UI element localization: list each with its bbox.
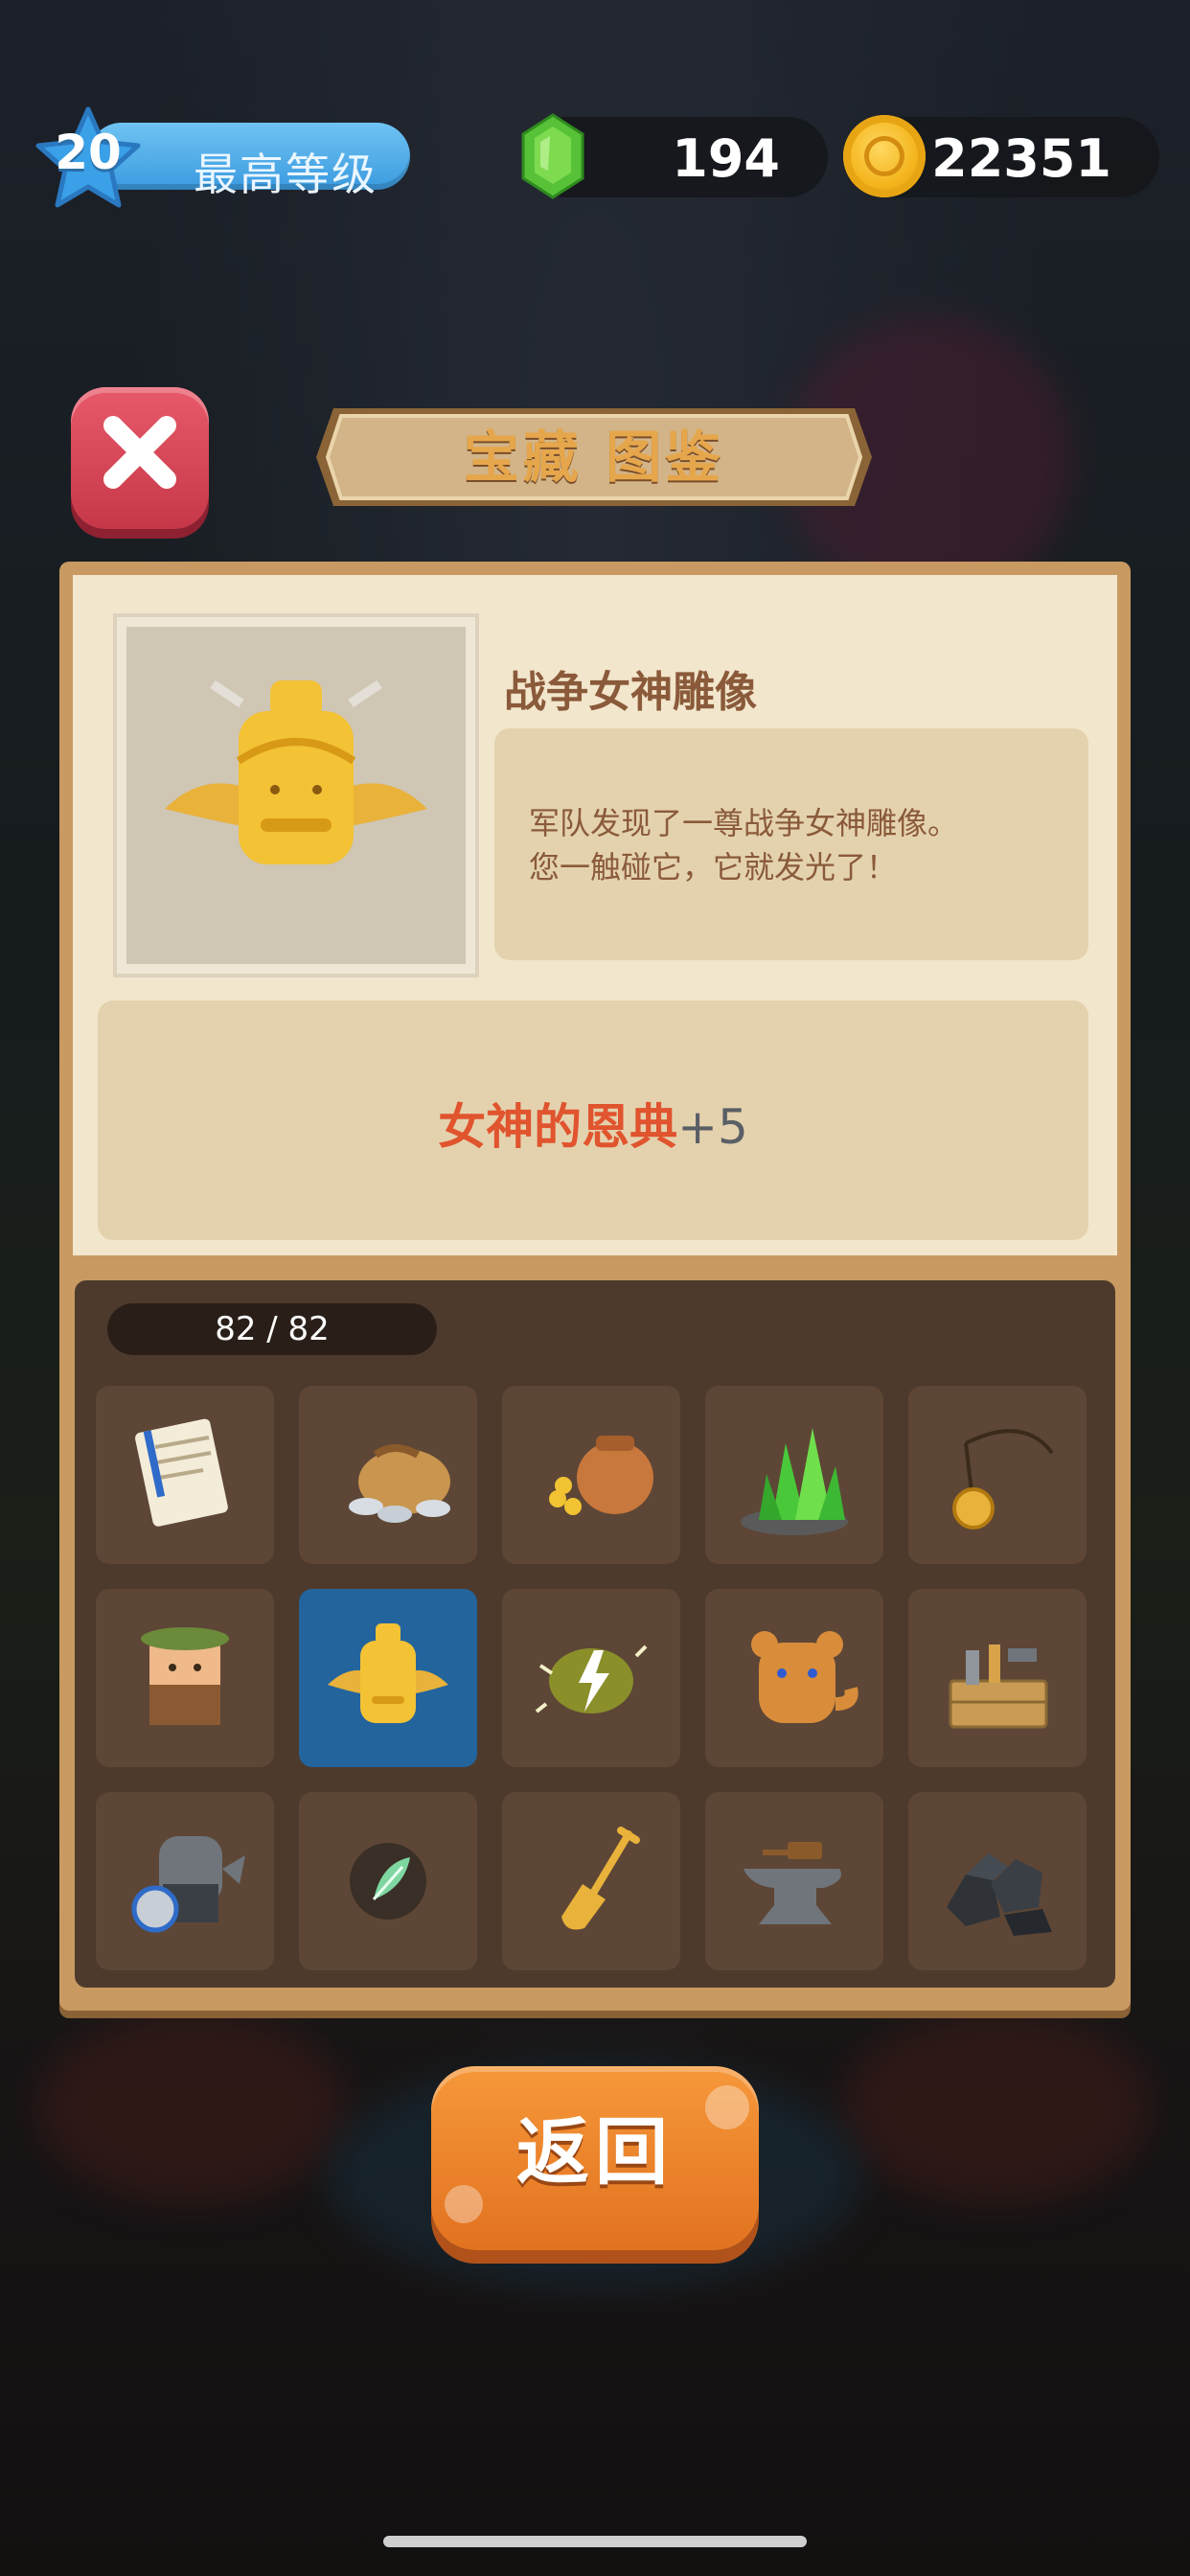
- gold-coin-icon: [843, 115, 926, 197]
- level-number: 20: [55, 125, 122, 180]
- collection-slot[interactable]: [705, 1792, 883, 1970]
- item-description-box: 军队发现了一尊战争女神雕像。 您一触碰它，它就发光了！: [494, 728, 1088, 960]
- collection-slot[interactable]: [299, 1386, 477, 1564]
- item-name: 战争女神雕像: [504, 668, 757, 717]
- bonus-name: 女神的恩典: [438, 1099, 678, 1155]
- collection-slot[interactable]: [908, 1792, 1087, 1970]
- gem-count: 194: [672, 128, 780, 189]
- goddess-statue-icon: [328, 1623, 448, 1723]
- back-label: 返回: [516, 2109, 674, 2195]
- feather-icon: [350, 1843, 426, 1920]
- green-gem-icon: [521, 113, 584, 199]
- collection-slot[interactable]: [908, 1589, 1087, 1767]
- toolbox-icon: [949, 1644, 1048, 1729]
- collection-slot[interactable]: [705, 1589, 883, 1767]
- collection-slot[interactable]: [502, 1589, 680, 1767]
- lightning-stone-icon: [535, 1644, 648, 1714]
- anvil-icon: [744, 1842, 841, 1924]
- scroll-icon: [135, 1418, 228, 1527]
- green-crystal-icon: [741, 1428, 848, 1535]
- bear-icon: [751, 1631, 858, 1723]
- collection-counter: 82 / 82: [107, 1303, 437, 1355]
- close-button[interactable]: [71, 387, 209, 529]
- item-bonus-box: 女神的恩典+5: [98, 1000, 1088, 1240]
- collection-slot[interactable]: [96, 1589, 274, 1767]
- item-description: 军队发现了一尊战争女神雕像。 您一触碰它，它就发光了！: [529, 805, 959, 886]
- bonus-value: +5: [677, 1099, 748, 1155]
- dialog-title: 宝藏 图鉴: [463, 425, 725, 490]
- collection-slot[interactable]: [502, 1792, 680, 1970]
- goddess-statue-icon: [165, 679, 427, 864]
- close-icon: [103, 416, 176, 489]
- home-indicator[interactable]: [383, 2536, 807, 2547]
- level-label: 最高等级: [194, 149, 378, 200]
- knight-helmet-shield-icon: [131, 1836, 245, 1933]
- explorer-block-icon: [141, 1627, 229, 1725]
- collection-slot[interactable]: [96, 1792, 274, 1970]
- item-detail-image: [126, 627, 466, 964]
- collection-slot[interactable]: [502, 1386, 680, 1564]
- clay-pot-gold-icon: [549, 1436, 653, 1515]
- amulet-icon: [952, 1429, 1054, 1530]
- collection-grid: [96, 1386, 1088, 1970]
- collection-slot[interactable]: [96, 1386, 274, 1564]
- coal-icon: [947, 1853, 1052, 1936]
- coin-count: 22351: [931, 128, 1111, 189]
- shovel-icon: [561, 1827, 640, 1930]
- item-bonus: 女神的恩典+5: [98, 1089, 1088, 1158]
- collection-slot[interactable]: [705, 1386, 883, 1564]
- coin-sack-icon: [349, 1444, 450, 1523]
- back-button[interactable]: 返回: [431, 2066, 759, 2250]
- collection-slot[interactable]: [908, 1386, 1087, 1564]
- collection-slot[interactable]: [299, 1792, 477, 1970]
- collection-slot[interactable]: [299, 1589, 477, 1767]
